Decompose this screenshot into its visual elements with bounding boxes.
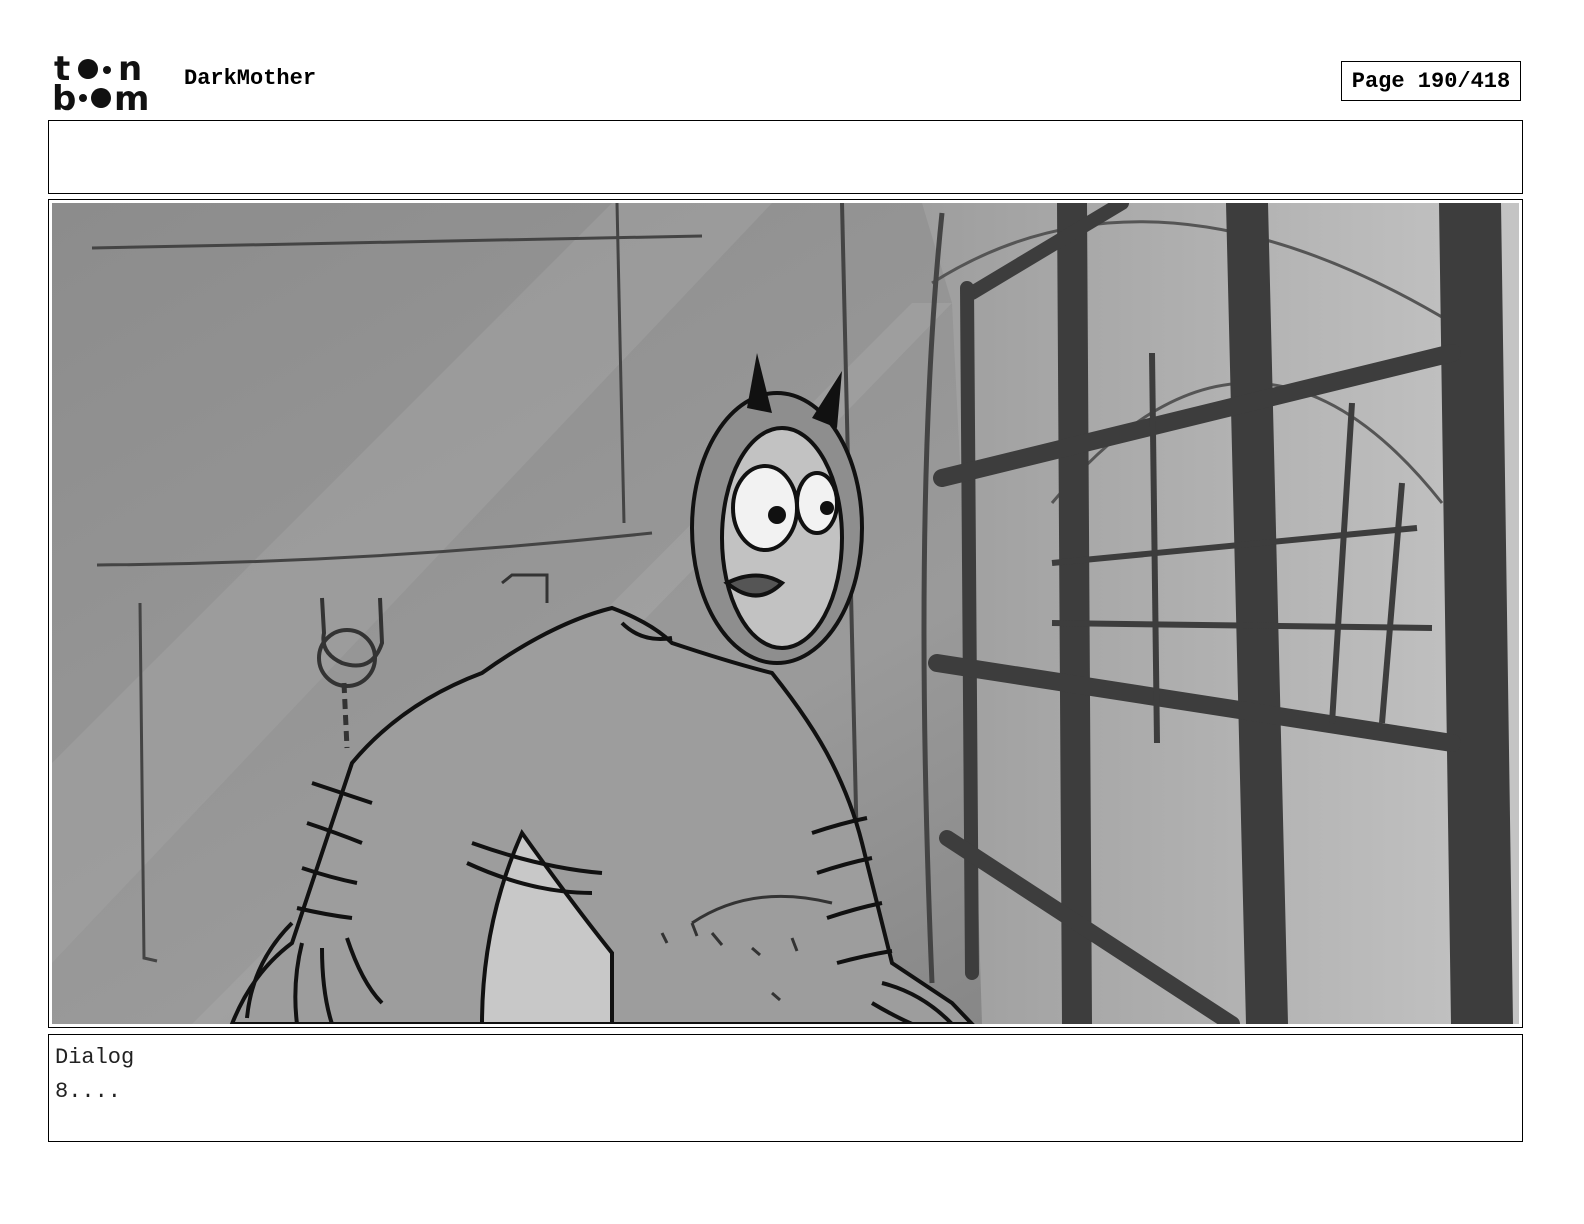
svg-text:b: b: [52, 79, 76, 112]
svg-text:m: m: [114, 79, 149, 112]
dialog-text: 8....: [55, 1079, 122, 1104]
dialog-label: Dialog: [55, 1045, 135, 1070]
panel-sketch-image: [52, 203, 1519, 1024]
page-indicator: Page 190/418: [1341, 61, 1521, 101]
toonboom-logo: t n b m: [52, 52, 149, 112]
storyboard-panel: [48, 199, 1523, 1028]
panel-notes-box: [48, 120, 1523, 194]
project-title: DarkMother: [184, 66, 317, 91]
dialog-box: Dialog 8....: [48, 1034, 1523, 1142]
